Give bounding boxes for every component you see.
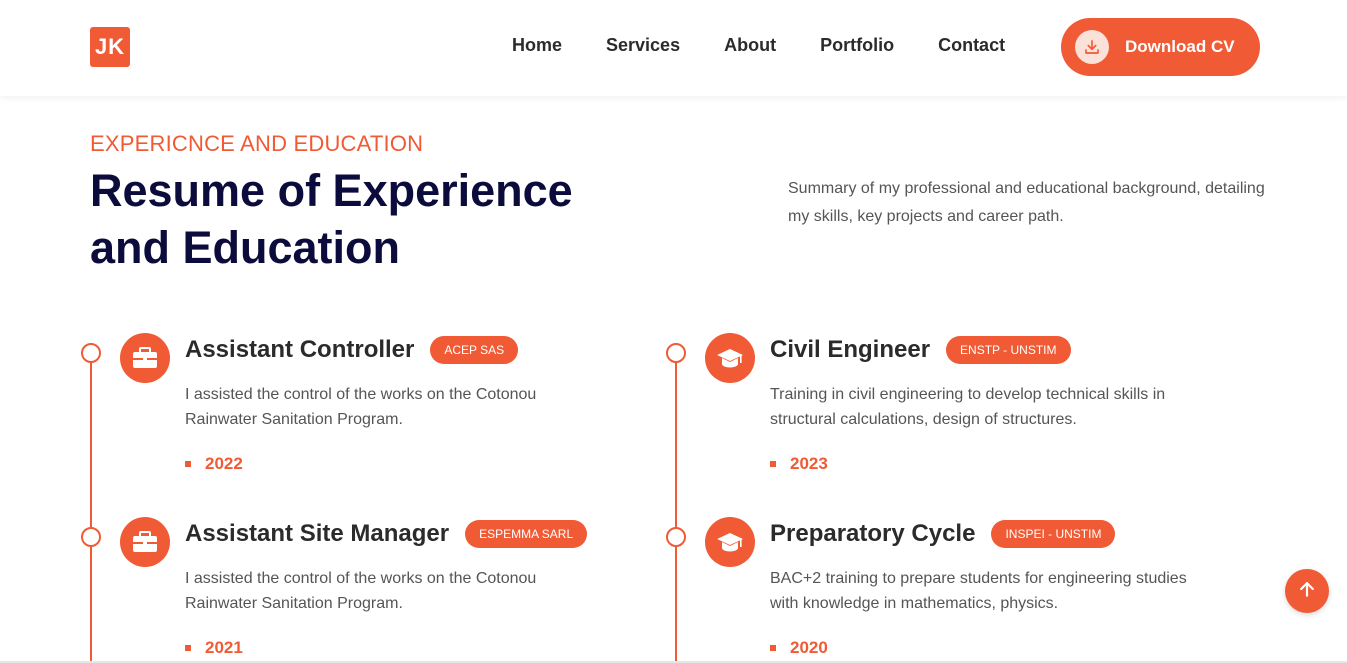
company-badge: ESPEMMA SARL xyxy=(465,520,588,548)
role-description: I assisted the control of the works on t… xyxy=(185,570,537,612)
nav-about[interactable]: About xyxy=(724,35,776,56)
timeline-dot xyxy=(81,343,101,363)
section-title: Resume of Experience and Education xyxy=(90,162,650,276)
download-cv-button[interactable]: Download CV xyxy=(1061,18,1260,76)
scroll-to-top-button[interactable] xyxy=(1285,569,1329,613)
timeline-dot xyxy=(666,527,686,547)
site-header: JK Home Services About Portfolio Contact… xyxy=(0,0,1347,96)
timeline-item-header: Assistant Controller ACEP SAS xyxy=(185,336,519,364)
year-text: 2023 xyxy=(790,454,828,473)
role-title: Assistant Controller xyxy=(185,336,415,363)
briefcase-icon xyxy=(120,333,170,383)
section-eyebrow: EXPERICNCE AND EDUCATION xyxy=(90,131,424,156)
role-year: 2021 xyxy=(185,638,243,658)
role-description: I assisted the control of the works on t… xyxy=(185,386,537,428)
degree-description: BAC+2 training to prepare students for e… xyxy=(770,570,1187,612)
year-marker xyxy=(185,645,191,651)
briefcase-icon xyxy=(120,517,170,567)
year-marker xyxy=(770,461,776,467)
nav-services[interactable]: Services xyxy=(606,35,680,56)
timeline-item-header: Preparatory Cycle INSPEI - UNSTIM xyxy=(770,520,1116,548)
arrow-up-icon xyxy=(1297,579,1317,604)
timeline-item: Civil Engineer ENSTP - UNSTIM Training i… xyxy=(665,330,1225,510)
download-cv-label: Download CV xyxy=(1125,37,1235,56)
timeline-item: Assistant Site Manager ESPEMMA SARL I as… xyxy=(80,514,640,663)
role-year: 2022 xyxy=(185,454,243,474)
degree-year: 2020 xyxy=(770,638,828,658)
year-text: 2022 xyxy=(205,454,243,473)
timeline-dot xyxy=(666,343,686,363)
year-marker xyxy=(770,645,776,651)
nav-home[interactable]: Home xyxy=(512,35,562,56)
logo[interactable]: JK xyxy=(90,27,130,67)
degree-description: Training in civil engineering to develop… xyxy=(770,386,1166,428)
degree-title: Civil Engineer xyxy=(770,336,931,363)
download-icon xyxy=(1075,30,1109,64)
school-badge: ENSTP - UNSTIM xyxy=(946,336,1071,364)
year-text: 2020 xyxy=(790,638,828,657)
nav-contact[interactable]: Contact xyxy=(938,35,1005,56)
role-title: Assistant Site Manager xyxy=(185,520,450,547)
timeline-item: Assistant Controller ACEP SAS I assisted… xyxy=(80,330,640,510)
section-summary: Summary of my professional and education… xyxy=(788,180,1265,225)
main-nav: Home Services About Portfolio Contact xyxy=(490,35,1027,56)
section-title-line1: Resume of Experience xyxy=(90,165,573,216)
company-badge: ACEP SAS xyxy=(430,336,519,364)
section-title-line2: and Education xyxy=(90,222,401,273)
graduation-cap-icon xyxy=(705,333,755,383)
degree-year: 2023 xyxy=(770,454,828,474)
school-badge: INSPEI - UNSTIM xyxy=(991,520,1116,548)
nav-portfolio[interactable]: Portfolio xyxy=(820,35,894,56)
year-text: 2021 xyxy=(205,638,243,657)
timeline-item-header: Civil Engineer ENSTP - UNSTIM xyxy=(770,336,1071,364)
timeline-dot xyxy=(81,527,101,547)
year-marker xyxy=(185,461,191,467)
timeline-item-header: Assistant Site Manager ESPEMMA SARL xyxy=(185,520,588,548)
degree-title: Preparatory Cycle xyxy=(770,520,976,547)
timeline-item: Preparatory Cycle INSPEI - UNSTIM BAC+2 … xyxy=(665,514,1225,663)
graduation-cap-icon xyxy=(705,517,755,567)
